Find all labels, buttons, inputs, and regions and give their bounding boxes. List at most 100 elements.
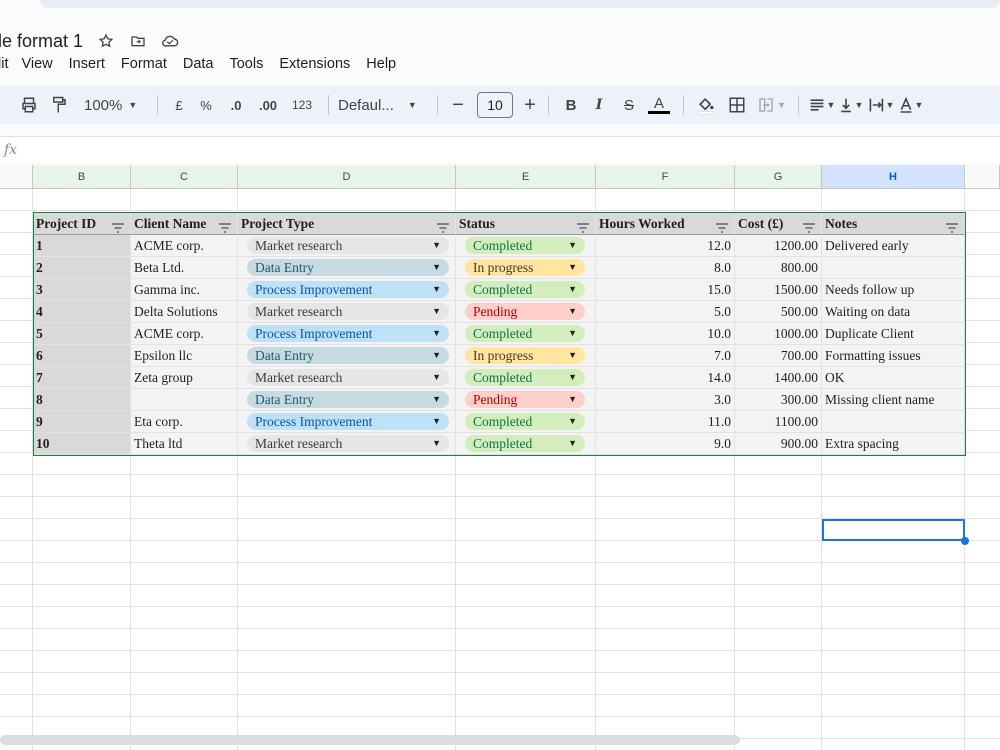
status-chip[interactable]: Completed ▼ <box>465 237 585 254</box>
table-cell-client[interactable]: Beta Ltd. <box>131 257 238 279</box>
table-cell-notes[interactable]: Formatting issues <box>822 345 965 367</box>
table-cell-type[interactable]: Market research ▼ <box>238 235 456 257</box>
font-select[interactable]: Defaul... ▼ <box>338 91 428 119</box>
table-cell-hours[interactable]: 14.0 <box>596 367 735 389</box>
status-chip[interactable]: In progress ▼ <box>465 259 585 276</box>
table-cell-notes[interactable] <box>822 257 965 279</box>
project-type-chip[interactable]: Data Entry ▼ <box>247 259 449 276</box>
table-cell-type[interactable]: Process Improvement ▼ <box>238 411 456 433</box>
percent-button[interactable]: % <box>191 91 221 119</box>
project-type-chip[interactable]: Process Improvement ▼ <box>247 325 449 342</box>
table-cell-type[interactable]: Market research ▼ <box>238 433 456 455</box>
table-cell-status[interactable]: Completed ▼ <box>456 367 596 389</box>
table-cell-id[interactable]: 2 <box>33 257 131 279</box>
select-all-corner[interactable] <box>0 165 33 189</box>
table-header-cell[interactable]: Status <box>456 213 596 235</box>
table-header-cell[interactable]: Cost (£) <box>735 213 822 235</box>
text-color-button[interactable]: A <box>644 91 674 119</box>
table-cell-hours[interactable]: 12.0 <box>596 235 735 257</box>
status-chip[interactable]: Pending ▼ <box>465 391 585 408</box>
status-chip[interactable]: Pending ▼ <box>465 303 585 320</box>
decrease-decimal-button[interactable]: .0 <box>221 91 251 119</box>
status-chip[interactable]: In progress ▼ <box>465 347 585 364</box>
table-cell-id[interactable]: 10 <box>33 433 131 455</box>
table-cell-hours[interactable]: 15.0 <box>596 279 735 301</box>
currency-button[interactable]: £ <box>167 91 191 119</box>
menu-extensions[interactable]: Extensions <box>279 56 350 72</box>
column-header-b[interactable]: B <box>33 165 131 189</box>
table-cell-cost[interactable]: 500.00 <box>735 301 822 323</box>
font-size-increase-button[interactable]: + <box>521 91 539 119</box>
filter-icon[interactable] <box>219 218 231 233</box>
table-cell-client[interactable]: Eta corp. <box>131 411 238 433</box>
table-cell-client[interactable]: Gamma inc. <box>131 279 238 301</box>
formula-bar[interactable]: fx <box>0 136 1000 163</box>
table-cell-client[interactable]: Theta ltd <box>131 433 238 455</box>
table-cell-type[interactable]: Data Entry ▼ <box>238 257 456 279</box>
borders-icon[interactable] <box>719 91 755 119</box>
filter-icon[interactable] <box>112 218 124 233</box>
table-cell-status[interactable]: Completed ▼ <box>456 411 596 433</box>
table-cell-status[interactable]: In progress ▼ <box>456 257 596 279</box>
column-header-g[interactable]: G <box>735 165 822 189</box>
text-rotation-icon[interactable]: ▼ <box>896 91 926 119</box>
table-cell-id[interactable]: 9 <box>33 411 131 433</box>
table-cell-cost[interactable]: 1500.00 <box>735 279 822 301</box>
table-cell-cost[interactable]: 1200.00 <box>735 235 822 257</box>
table-cell-hours[interactable]: 8.0 <box>596 257 735 279</box>
status-chip[interactable]: Completed ▼ <box>465 369 585 386</box>
zoom-select[interactable]: 100% ▼ <box>82 91 148 119</box>
filter-icon[interactable] <box>437 218 449 233</box>
font-size-input[interactable]: 10 <box>477 92 513 118</box>
table-cell-id[interactable]: 6 <box>33 345 131 367</box>
star-icon[interactable] <box>97 32 115 50</box>
bold-button[interactable]: B <box>558 91 584 119</box>
column-header-i[interactable] <box>965 165 1000 189</box>
font-size-decrease-button[interactable]: − <box>447 91 469 119</box>
table-cell-client[interactable]: Delta Solutions <box>131 301 238 323</box>
print-icon[interactable] <box>14 91 44 119</box>
project-type-chip[interactable]: Market research ▼ <box>247 435 449 452</box>
project-type-chip[interactable]: Market research ▼ <box>247 303 449 320</box>
menu-help[interactable]: Help <box>366 56 396 72</box>
table-cell-status[interactable]: In progress ▼ <box>456 345 596 367</box>
filter-icon[interactable] <box>803 218 815 233</box>
project-type-chip[interactable]: Process Improvement ▼ <box>247 413 449 430</box>
table-header-cell[interactable]: Client Name <box>131 213 238 235</box>
table-cell-status[interactable]: Completed ▼ <box>456 235 596 257</box>
table-cell-notes[interactable]: Delivered early <box>822 235 965 257</box>
table-cell-id[interactable]: 4 <box>33 301 131 323</box>
table-cell-hours[interactable]: 9.0 <box>596 433 735 455</box>
table-cell-cost[interactable]: 1000.00 <box>735 323 822 345</box>
text-wrap-icon[interactable]: ▼ <box>866 91 896 119</box>
filter-icon[interactable] <box>577 218 589 233</box>
align-horizontal-icon[interactable]: ▼ <box>808 91 836 119</box>
table-cell-hours[interactable]: 7.0 <box>596 345 735 367</box>
column-header-d[interactable]: D <box>238 165 456 189</box>
table-cell-client[interactable]: Zeta group <box>131 367 238 389</box>
table-cell-client[interactable]: Epsilon llc <box>131 345 238 367</box>
table-cell-cost[interactable]: 300.00 <box>735 389 822 411</box>
paint-format-icon[interactable] <box>44 91 74 119</box>
table-cell-type[interactable]: Process Improvement ▼ <box>238 323 456 345</box>
project-type-chip[interactable]: Data Entry ▼ <box>247 347 449 364</box>
status-chip[interactable]: Completed ▼ <box>465 281 585 298</box>
table-cell-hours[interactable]: 5.0 <box>596 301 735 323</box>
table-cell-client[interactable]: ACME corp. <box>131 323 238 345</box>
project-type-chip[interactable]: Market research ▼ <box>247 237 449 254</box>
table-cell-id[interactable]: 1 <box>33 235 131 257</box>
menu-edit[interactable]: lit <box>0 56 8 72</box>
table-header-cell[interactable]: Notes <box>822 213 965 235</box>
strikethrough-button[interactable]: S <box>614 91 644 119</box>
table-cell-client[interactable]: ACME corp. <box>131 235 238 257</box>
table-cell-cost[interactable]: 1400.00 <box>735 367 822 389</box>
selected-cell[interactable] <box>822 519 965 541</box>
status-chip[interactable]: Completed ▼ <box>465 435 585 452</box>
fill-handle[interactable] <box>961 537 969 545</box>
table-cell-notes[interactable]: Missing client name <box>822 389 965 411</box>
move-folder-icon[interactable] <box>129 32 147 50</box>
table-cell-notes[interactable] <box>822 411 965 433</box>
table-cell-id[interactable]: 7 <box>33 367 131 389</box>
table-cell-notes[interactable]: Needs follow up <box>822 279 965 301</box>
align-vertical-icon[interactable]: ▼ <box>836 91 866 119</box>
